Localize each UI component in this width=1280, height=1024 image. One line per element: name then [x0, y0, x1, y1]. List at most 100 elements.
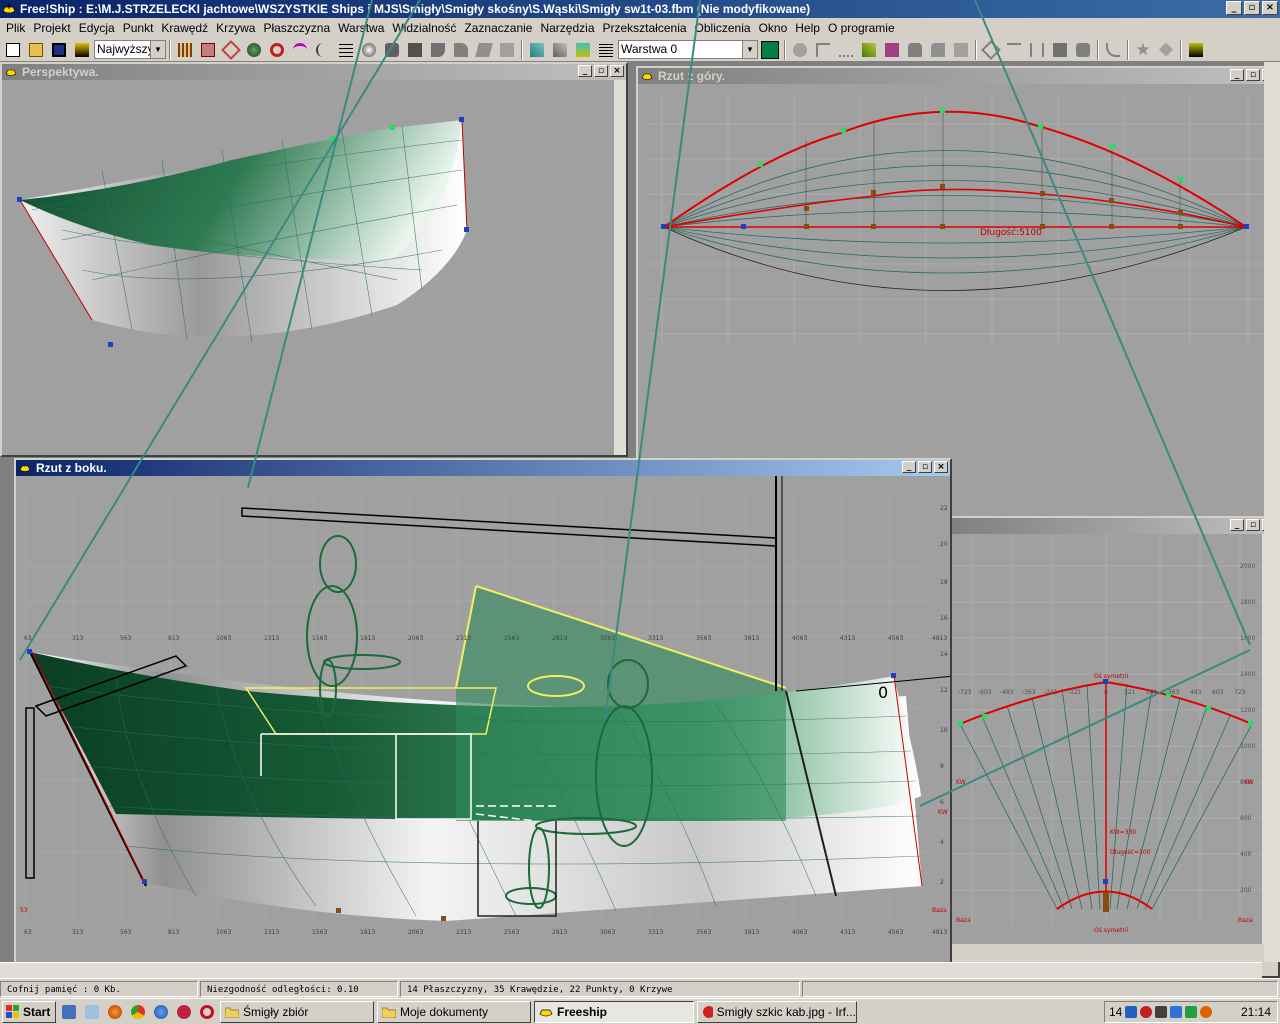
- front-viewport[interactable]: -723 -603 -483 -363 -241 -121 0 121 241 363 483 603…: [952, 534, 1262, 944]
- edge-extrude-button[interactable]: [980, 39, 1002, 61]
- menu-projekt[interactable]: Projekt: [29, 21, 74, 35]
- curvature-button[interactable]: [496, 39, 518, 61]
- layer-color-swatch[interactable]: [759, 39, 781, 61]
- control-point[interactable]: [459, 117, 464, 122]
- edge-split-button[interactable]: [1003, 39, 1025, 61]
- view-front-button[interactable]: [404, 39, 426, 61]
- menu-plaszczyzna[interactable]: Płaszczyzna: [259, 21, 334, 35]
- save-file-button[interactable]: [48, 39, 70, 61]
- side-viewport[interactable]: 0 63 313 563 813 1063 1313 1563 1813 2063 2313 256…: [16, 476, 950, 976]
- perspective-restore-button[interactable]: ▫: [594, 65, 608, 77]
- task-moje-dokumenty[interactable]: Moje dokumenty: [377, 1000, 531, 1023]
- tray-shield-icon[interactable]: [1185, 1006, 1198, 1018]
- perspective-minimize-button[interactable]: _: [578, 65, 592, 77]
- top-control-points[interactable]: [758, 108, 1183, 182]
- edge-connect-button[interactable]: [1072, 39, 1094, 61]
- perspective-window-caption[interactable]: Perspektywa. _ ▫ ×: [2, 64, 626, 80]
- layer-list-button[interactable]: [595, 39, 617, 61]
- side-view-drawing[interactable]: 0 63 313 563 813 1063 1313 1563 1813 2063 2313 256…: [16, 476, 950, 976]
- top-viewport[interactable]: Długość:5100: [638, 84, 1278, 519]
- mdi-horizontal-scrollbar[interactable]: [0, 962, 1262, 978]
- show-waterlines-button[interactable]: [266, 39, 288, 61]
- quicklaunch-chrome[interactable]: [128, 1002, 148, 1022]
- quicklaunch-browser[interactable]: [151, 1002, 171, 1022]
- control-point[interactable]: [390, 125, 395, 130]
- layer-props-button[interactable]: [526, 39, 548, 61]
- show-buttocks-button[interactable]: [243, 39, 265, 61]
- globe-button[interactable]: [358, 39, 380, 61]
- lock-points-button[interactable]: [881, 39, 903, 61]
- menu-przeksztalcenia[interactable]: Przekształcenia: [599, 21, 691, 35]
- edge-collapse-button[interactable]: [1026, 39, 1048, 61]
- tray-update-icon[interactable]: [1170, 1006, 1183, 1018]
- unlock-all-button[interactable]: [950, 39, 972, 61]
- control-point[interactable]: [661, 224, 666, 229]
- curve-add-button[interactable]: [1102, 39, 1124, 61]
- quicklaunch-opera[interactable]: [197, 1002, 217, 1022]
- perspective-hull-drawing[interactable]: [2, 80, 614, 455]
- view-persp-button[interactable]: [473, 39, 495, 61]
- face-new-button[interactable]: [1132, 39, 1154, 61]
- lock-button[interactable]: [904, 39, 926, 61]
- grid-button[interactable]: [335, 39, 357, 61]
- menu-okno[interactable]: Okno: [755, 21, 792, 35]
- close-button[interactable]: ×: [1262, 1, 1278, 15]
- view-top-button[interactable]: [450, 39, 472, 61]
- control-point[interactable]: [108, 342, 113, 347]
- control-point[interactable]: [17, 197, 22, 202]
- perspective-scrollbar[interactable]: [614, 80, 626, 455]
- new-file-button[interactable]: [2, 39, 24, 61]
- top-view-window[interactable]: Rzut z góry. _ ▫ ×: [636, 66, 1280, 521]
- task-irfanview[interactable]: Smigły szkic kab.jpg - Irf...: [697, 1000, 857, 1023]
- menu-o-programie[interactable]: O programie: [824, 21, 899, 35]
- layer-select[interactable]: Warstwa 0 ▼: [618, 40, 758, 59]
- face-flip-button[interactable]: [1155, 39, 1177, 61]
- view-side-button[interactable]: [427, 39, 449, 61]
- show-stations-button[interactable]: [220, 39, 242, 61]
- control-point[interactable]: [330, 136, 335, 141]
- side-close-button[interactable]: ×: [934, 461, 948, 473]
- menu-punkt[interactable]: Punkt: [119, 21, 158, 35]
- control-point[interactable]: [891, 673, 896, 678]
- top-view-drawing[interactable]: Długość:5100: [638, 84, 1278, 519]
- task-smigly-zbior[interactable]: Śmigły zbiór: [220, 1000, 374, 1023]
- layer-color-tool-button[interactable]: [572, 39, 594, 61]
- unlock-button[interactable]: [927, 39, 949, 61]
- precision-select[interactable]: Najwyższy ▼: [94, 40, 166, 59]
- open-file-button[interactable]: [25, 39, 47, 61]
- front-view-caption[interactable]: _ ▫ ×: [952, 518, 1278, 534]
- front-minimize-button[interactable]: _: [1230, 519, 1244, 531]
- control-point[interactable]: [1244, 224, 1249, 229]
- top-view-caption[interactable]: Rzut z góry. _ ▫ ×: [638, 68, 1278, 84]
- perspective-viewport[interactable]: [2, 80, 614, 455]
- menu-plik[interactable]: Plik: [2, 21, 29, 35]
- hydrostatics-button[interactable]: [1185, 39, 1207, 61]
- control-point[interactable]: [142, 879, 147, 884]
- shading-button[interactable]: [381, 39, 403, 61]
- app-titlebar[interactable]: Free!Ship : E:\M.J.STRZELECKI jachtowe\W…: [0, 0, 1280, 18]
- menu-narzedzia[interactable]: Narzędzia: [536, 21, 598, 35]
- side-view-caption[interactable]: Rzut z boku. _ ▫ ×: [16, 460, 950, 476]
- start-button[interactable]: Start: [2, 1000, 56, 1023]
- top-restore-button[interactable]: ▫: [1246, 69, 1260, 81]
- show-flowlines-button[interactable]: [312, 39, 334, 61]
- show-control-net-button[interactable]: [174, 39, 196, 61]
- perspective-close-button[interactable]: ×: [610, 65, 624, 77]
- front-restore-button[interactable]: ▫: [1246, 519, 1260, 531]
- menu-help[interactable]: Help: [791, 21, 824, 35]
- side-minimize-button[interactable]: _: [902, 461, 916, 473]
- control-point[interactable]: [464, 227, 469, 232]
- quicklaunch-app[interactable]: [174, 1002, 194, 1022]
- perspective-window[interactable]: Perspektywa. _ ▫ ×: [0, 62, 628, 457]
- intersect-button[interactable]: [858, 39, 880, 61]
- edge-crease-button[interactable]: [1049, 39, 1071, 61]
- menu-krzywa[interactable]: Krzywa: [212, 21, 259, 35]
- quicklaunch-notepad[interactable]: [82, 1002, 102, 1022]
- tray-volume-icon[interactable]: [1155, 1006, 1168, 1018]
- show-interior-edges-button[interactable]: [197, 39, 219, 61]
- layer-visibility-button[interactable]: [549, 39, 571, 61]
- collapse-point-button[interactable]: [812, 39, 834, 61]
- front-view-drawing[interactable]: -723 -603 -483 -363 -241 -121 0 121 241 363 483 603…: [952, 534, 1262, 944]
- control-point[interactable]: [741, 224, 746, 229]
- quicklaunch-firefox[interactable]: [105, 1002, 125, 1022]
